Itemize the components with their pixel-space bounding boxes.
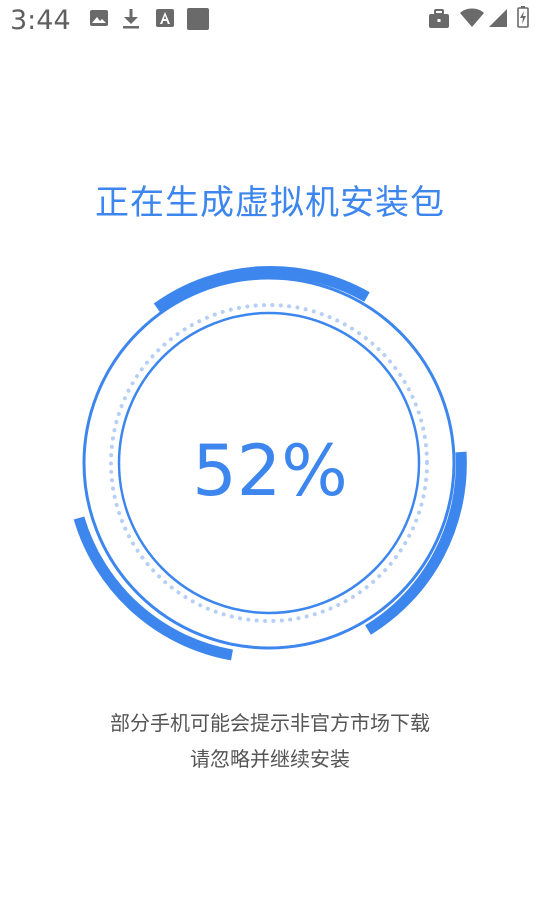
page-title: 正在生成虚拟机安装包 — [95, 183, 445, 223]
signal-icon — [489, 9, 507, 27]
progress-percent: 52% — [192, 430, 348, 512]
status-bar: 3:44 — [0, 0, 540, 44]
square-notification-icon — [187, 8, 209, 30]
status-time: 3:44 — [10, 5, 71, 36]
progress-arc-bottom-left — [73, 516, 233, 661]
font-a-icon — [156, 9, 174, 27]
battery-icon — [517, 6, 529, 28]
wifi-icon — [460, 8, 484, 27]
hint-line-2: 请忽略并继续安装 — [190, 747, 350, 771]
image-icon — [90, 10, 108, 26]
hint-line-1: 部分手机可能会提示非官方市场下载 — [110, 711, 430, 735]
download-icon — [123, 9, 139, 29]
briefcase-icon — [429, 9, 449, 28]
